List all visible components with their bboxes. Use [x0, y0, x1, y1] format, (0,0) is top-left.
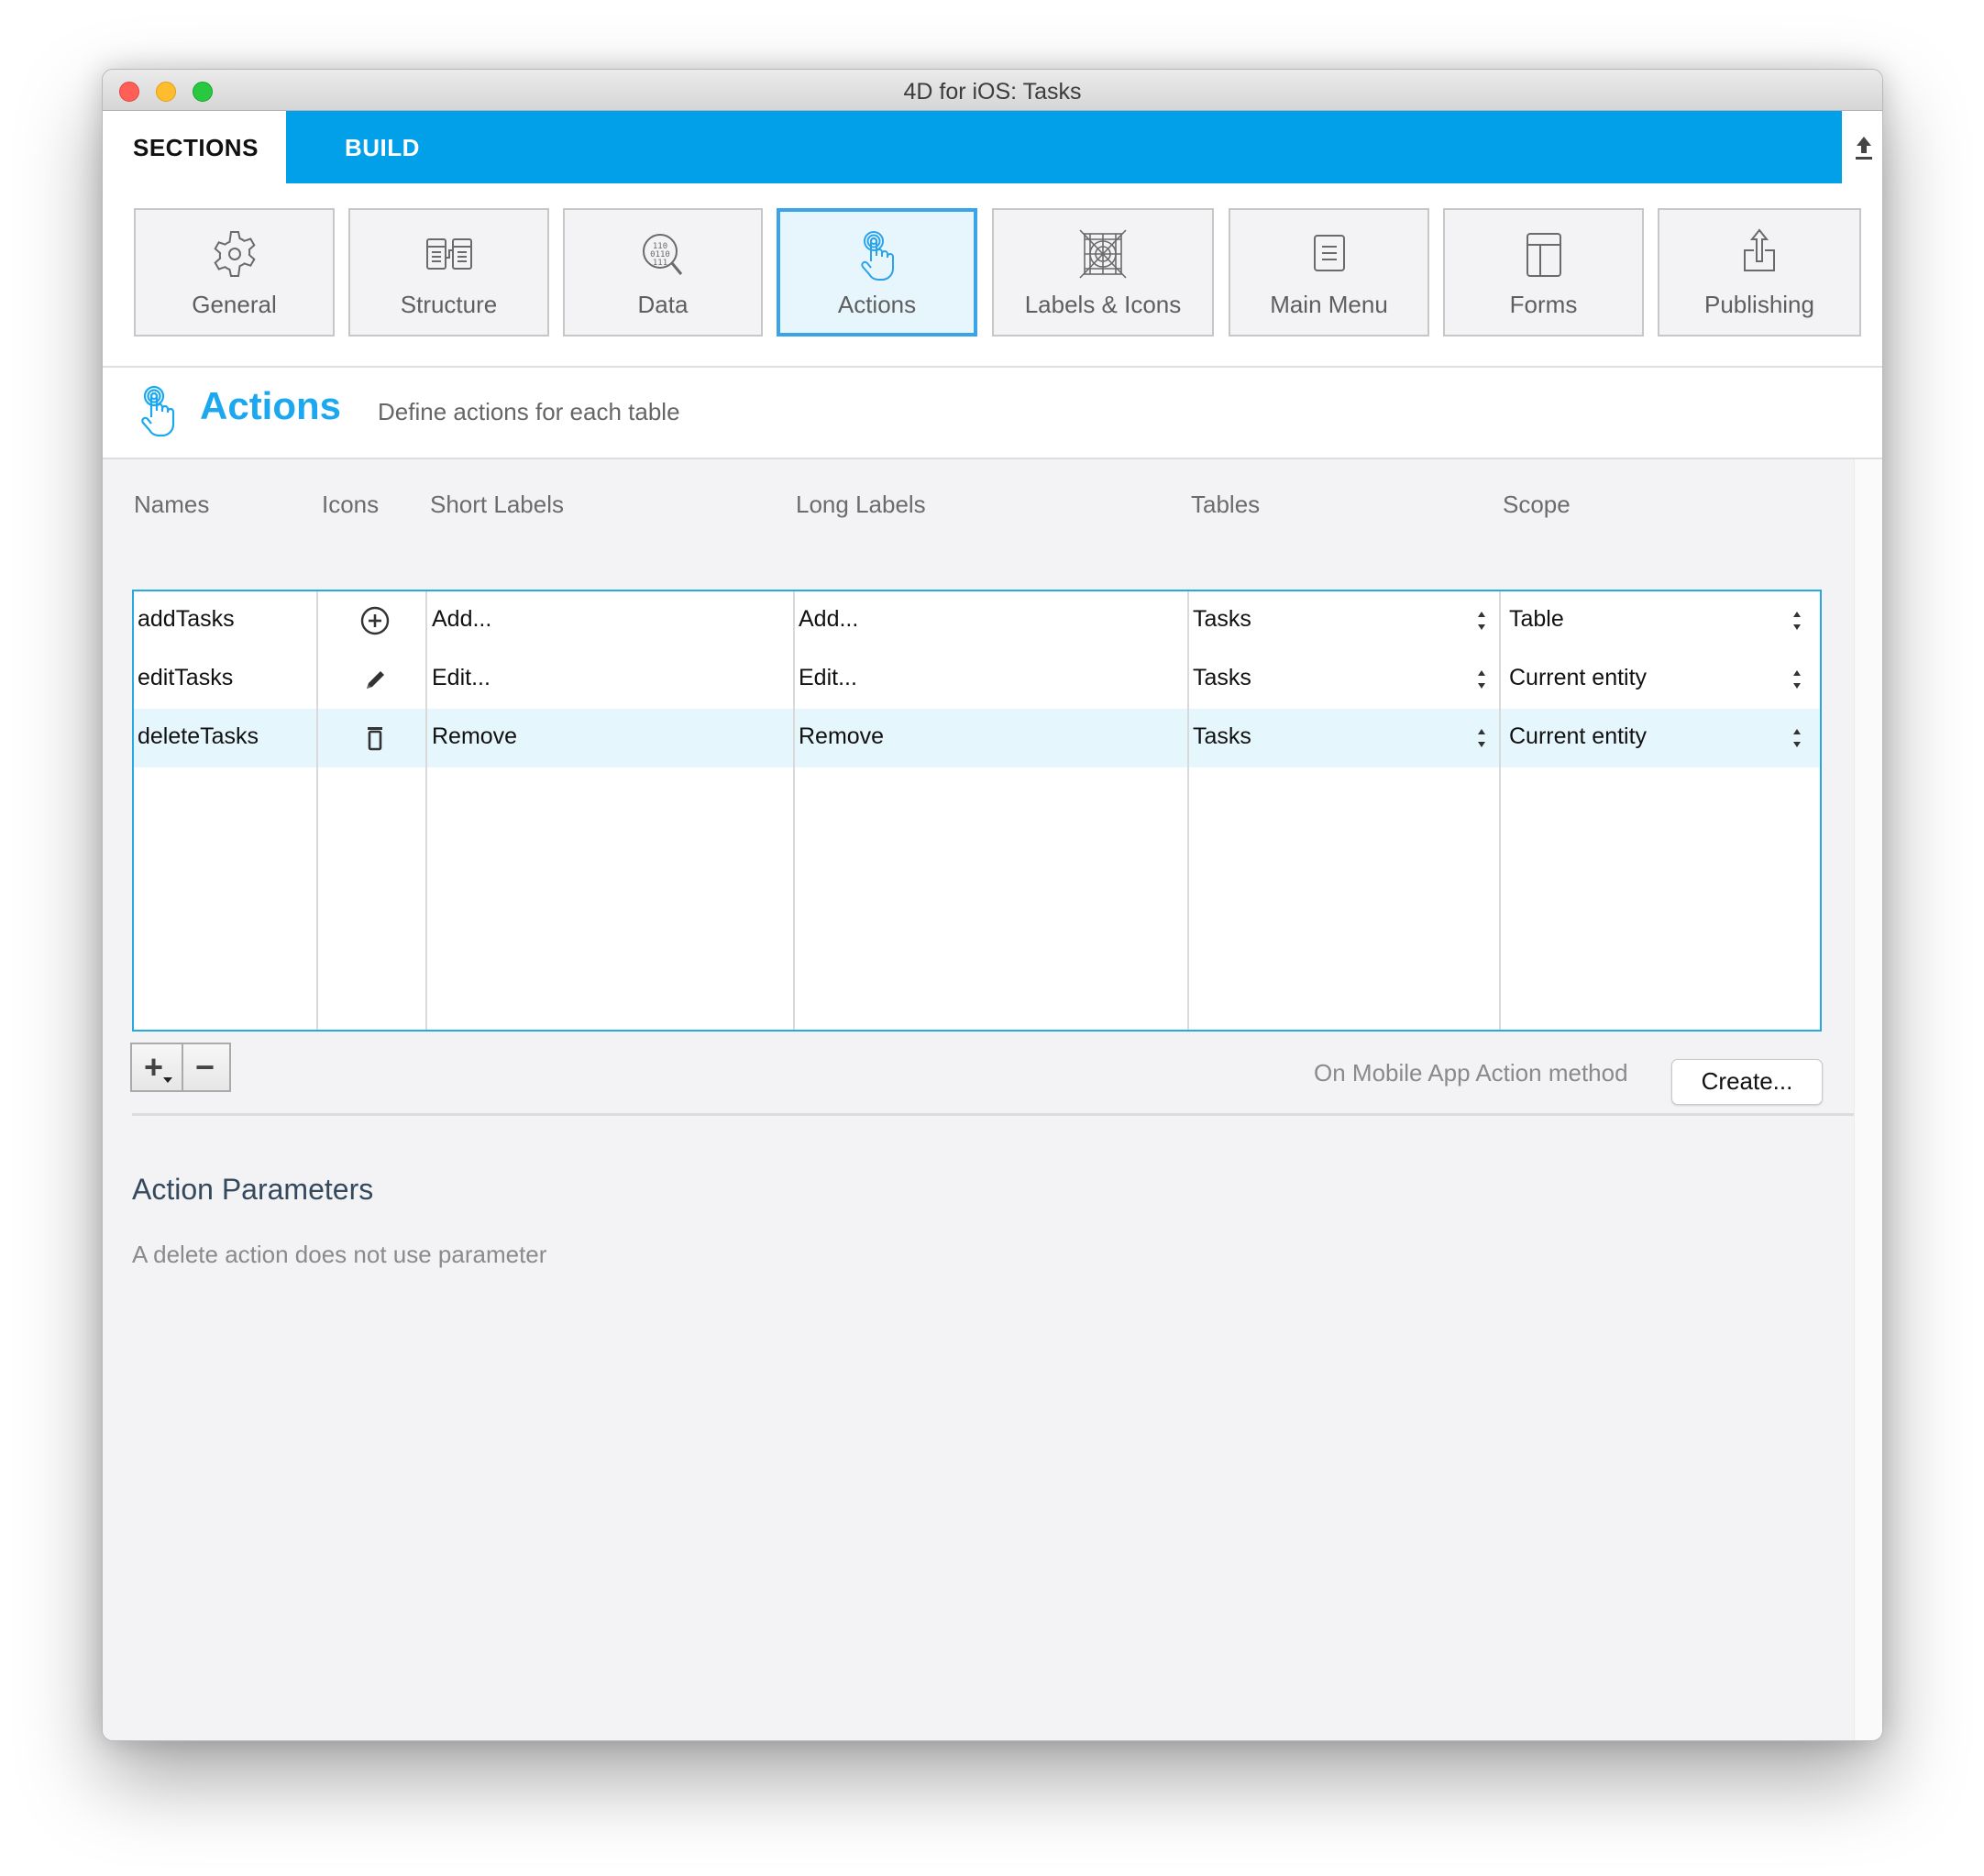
pencil-icon[interactable] [357, 661, 393, 698]
labels-icons-icon [1079, 229, 1127, 279]
section-labels-icons[interactable]: Labels & Icons [992, 208, 1214, 337]
column-header-scope[interactable]: Scope [1503, 491, 1571, 519]
long-label[interactable]: Add... [799, 606, 858, 633]
scope-select[interactable]: Table [1509, 606, 1564, 633]
select-arrows-icon[interactable] [1791, 723, 1803, 753]
column-divider [793, 591, 795, 1030]
section-publishing[interactable]: Publishing [1658, 208, 1861, 337]
section-data[interactable]: 110 0110 111 Data [563, 208, 763, 337]
column-header-names[interactable]: Names [134, 491, 209, 519]
short-label[interactable]: Add... [432, 606, 491, 633]
section-general-label: General [192, 291, 277, 318]
select-arrows-icon[interactable] [1475, 665, 1488, 694]
actions-panel: Names Icons Short Labels Long Labels Tab… [103, 459, 1854, 1740]
column-header-long-labels[interactable]: Long Labels [796, 491, 926, 519]
remove-symbol: − [195, 1048, 215, 1086]
tab-build[interactable]: BUILD [286, 111, 433, 183]
column-header-icons[interactable]: Icons [322, 491, 379, 519]
menu-icon [1313, 235, 1345, 271]
method-label: On Mobile App Action method [1314, 1059, 1628, 1087]
section-main-menu-label: Main Menu [1270, 291, 1388, 318]
section-forms[interactable]: Forms [1443, 208, 1644, 337]
column-divider [1187, 591, 1189, 1030]
app-window: 4D for iOS: Tasks SECTIONS BUILD General [102, 69, 1883, 1741]
section-header: Actions Define actions for each table [103, 368, 1882, 458]
select-arrows-icon[interactable] [1475, 723, 1488, 753]
section-data-label: Data [637, 291, 689, 318]
section-structure-label: Structure [400, 291, 498, 318]
publish-icon [1744, 228, 1775, 271]
table-row-selected[interactable]: deleteTasks Remove Remove Tasks Current … [134, 709, 1820, 767]
tab-sections[interactable]: SECTIONS [103, 111, 286, 183]
select-arrows-icon[interactable] [1791, 665, 1803, 694]
gear-icon [213, 231, 256, 277]
forms-icon [1526, 233, 1561, 277]
scope-select[interactable]: Current entity [1509, 665, 1647, 691]
table-row[interactable]: addTasks Add... Add... Tasks Table [134, 591, 1820, 650]
tap-hand-icon [141, 385, 175, 437]
table-select[interactable]: Tasks [1193, 665, 1251, 691]
right-strip [1854, 459, 1882, 1740]
create-method-button[interactable]: Create... [1671, 1059, 1823, 1105]
section-labels-icons-label: Labels & Icons [1024, 291, 1182, 318]
add-circle-icon[interactable] [357, 602, 393, 639]
section-forms-label: Forms [1509, 291, 1578, 318]
table-select[interactable]: Tasks [1193, 606, 1251, 633]
short-label[interactable]: Remove [432, 723, 517, 750]
dropdown-triangle-icon [163, 1077, 172, 1083]
table-row[interactable]: editTasks Edit... Edit... Tasks Current … [134, 650, 1820, 709]
data-search-icon: 110 0110 111 [643, 234, 683, 275]
column-divider [316, 591, 318, 1030]
add-symbol: + [144, 1048, 164, 1086]
action-name[interactable]: deleteTasks [138, 723, 259, 750]
long-label[interactable]: Edit... [799, 665, 857, 691]
short-label[interactable]: Edit... [432, 665, 490, 691]
column-divider [425, 591, 427, 1030]
table-select[interactable]: Tasks [1193, 723, 1251, 750]
tab-sections-label: SECTIONS [133, 134, 259, 161]
column-divider [1499, 591, 1501, 1030]
select-arrows-icon[interactable] [1475, 606, 1488, 635]
window-title: 4D for iOS: Tasks [903, 79, 1082, 105]
column-header-tables[interactable]: Tables [1191, 491, 1260, 519]
svg-text:111: 111 [653, 259, 667, 268]
title-bar: 4D for iOS: Tasks [103, 70, 1882, 111]
page-description: Define actions for each table [378, 398, 680, 425]
long-label[interactable]: Remove [799, 723, 884, 750]
section-publishing-label: Publishing [1704, 291, 1814, 318]
add-action-button[interactable]: + [132, 1044, 183, 1090]
section-general[interactable]: General [134, 208, 335, 337]
scope-select[interactable]: Current entity [1509, 723, 1647, 750]
parameters-title: Action Parameters [132, 1173, 374, 1206]
top-tab-bar: SECTIONS BUILD [103, 111, 1842, 183]
select-arrows-icon[interactable] [1791, 606, 1803, 635]
page-title: Actions [200, 384, 342, 427]
column-header-short-labels[interactable]: Short Labels [430, 491, 564, 519]
add-remove-buttons: + − [130, 1043, 231, 1092]
remove-action-button[interactable]: − [183, 1044, 231, 1090]
tab-build-label: BUILD [345, 134, 420, 161]
section-main-menu[interactable]: Main Menu [1229, 208, 1429, 337]
divider [132, 1113, 1854, 1116]
tap-hand-icon [860, 231, 894, 281]
section-actions-label: Actions [837, 291, 917, 318]
parameters-description: A delete action does not use parameter [132, 1241, 547, 1268]
upload-icon[interactable] [1854, 134, 1874, 161]
structure-icon [425, 238, 472, 270]
trash-icon[interactable] [357, 720, 393, 756]
section-structure[interactable]: Structure [348, 208, 549, 337]
action-name[interactable]: addTasks [138, 606, 235, 633]
section-actions[interactable]: Actions [777, 208, 977, 337]
actions-table: addTasks Add... Add... Tasks Table editT… [132, 590, 1822, 1032]
action-name[interactable]: editTasks [138, 665, 233, 691]
